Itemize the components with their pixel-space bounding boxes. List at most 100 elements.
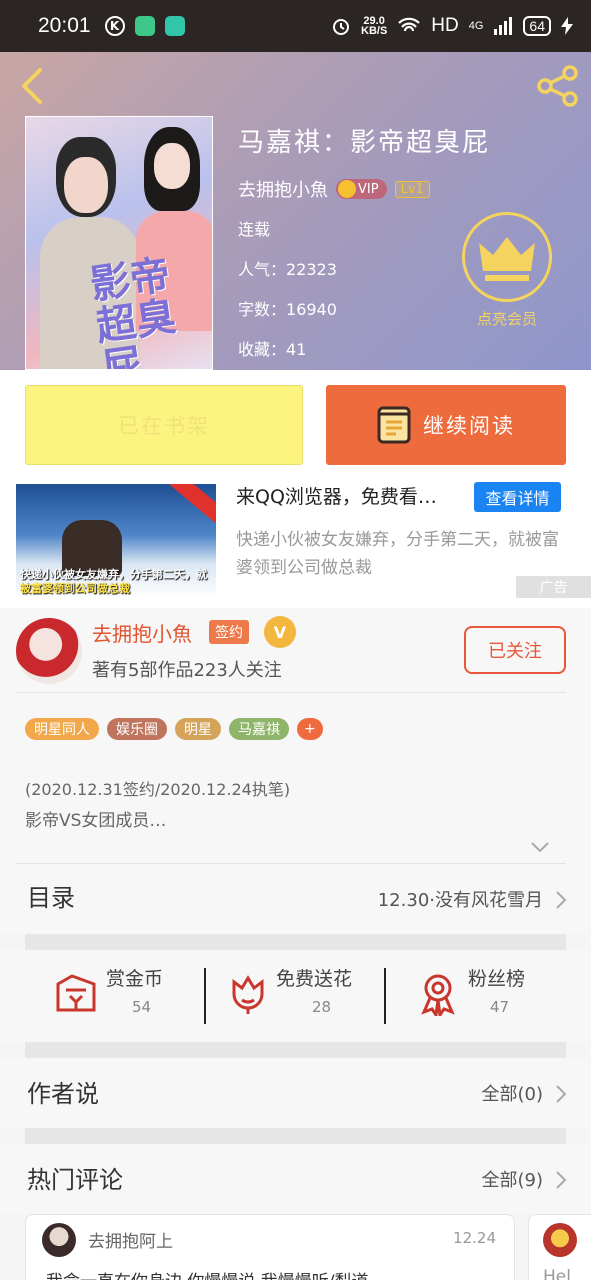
section-gap	[25, 1042, 566, 1058]
alarm-icon	[333, 19, 349, 35]
book-title: 马嘉祺：影帝超臭屁	[238, 128, 491, 158]
stat-separator	[384, 968, 386, 1024]
author-says-row[interactable]: 作者说 全部(0)	[0, 1058, 591, 1128]
network-speed: 29.0 KB/S	[361, 16, 388, 37]
header-author-name[interactable]: 去拥抱小魚	[238, 176, 328, 202]
envelope-icon	[56, 974, 96, 1012]
comment-card[interactable]: 去拥抱阿上 12.24 我命一直在你身边 你慢慢说 我慢慢听/梨道	[25, 1214, 515, 1280]
ad-description: 快递小伙被女友嫌弃，分手第二天，就被富婆领到公司做总裁	[236, 530, 559, 578]
member-button[interactable]	[462, 212, 552, 302]
cover-face-male	[56, 137, 116, 217]
hot-comments-label: 热门评论	[27, 1166, 123, 1194]
in-shelf-button[interactable]: 已在书架	[25, 385, 303, 465]
author-row: 去拥抱小魚 VIP Lv1	[238, 176, 430, 202]
continue-reading-button[interactable]: 继续阅读	[326, 385, 566, 465]
free-flowers-stat[interactable]: 免费送花 28	[226, 964, 376, 1028]
signal-type: 4G	[469, 20, 484, 32]
ad-image[interactable]: 快递小伙被女友嫌弃，分手第二天，就被富婆领到公司做总裁	[16, 484, 216, 598]
reward-coins-stat[interactable]: 赏金币 54	[54, 964, 184, 1028]
charging-icon	[561, 17, 573, 35]
chevron-down-icon[interactable]	[530, 840, 550, 854]
battery-level: 64	[523, 16, 551, 36]
action-bar: 已在书架 继续阅读	[0, 370, 591, 482]
free-flowers-label: 免费送花	[276, 968, 353, 990]
ad-title[interactable]: 来QQ浏览器，免费看…	[236, 482, 437, 509]
commenter-avatar[interactable]	[42, 1223, 76, 1257]
continue-reading-label: 继续阅读	[423, 414, 515, 438]
author-says-label: 作者说	[27, 1080, 99, 1108]
flower-icon	[232, 975, 264, 1014]
back-icon[interactable]	[16, 66, 46, 106]
author-stats: 著有5部作品223人关注	[92, 660, 282, 681]
fan-rank-label: 粉丝榜	[468, 968, 526, 990]
ad-image-caption: 快递小伙被女友嫌弃，分手第二天，就被富婆领到公司做总裁	[20, 568, 216, 596]
fan-rank-value: 47	[490, 998, 510, 1016]
ad-details-button[interactable]: 查看详情	[474, 482, 561, 512]
medal-icon	[421, 974, 455, 1016]
reward-coins-value: 54	[132, 998, 152, 1016]
toc-latest-chapter: 12.30·没有风花雪月	[377, 890, 543, 911]
author-section: 去拥抱小魚 签约 V 著有5部作品223人关注 已关注 明星同人 娱乐圈 明星 …	[0, 608, 591, 868]
word-count: 字数：16940	[238, 296, 337, 320]
interaction-stats: 赏金币 54 免费送花 28 粉丝榜 47	[0, 950, 591, 1042]
author-name[interactable]: 去拥抱小魚	[92, 618, 192, 647]
author-avatar[interactable]	[16, 618, 82, 684]
reward-coins-label: 赏金币	[106, 968, 164, 990]
commenter-name[interactable]: 去拥抱阿上	[88, 1227, 173, 1252]
chevron-right-icon	[556, 1171, 567, 1189]
toc-label: 目录	[27, 884, 75, 912]
level-badge: Lv1	[394, 180, 430, 198]
k-app-icon: K	[104, 16, 125, 36]
status-time: 20:01	[38, 14, 91, 37]
ad-banner[interactable]: 快递小伙被女友嫌弃，分手第二天，就被富婆领到公司做总裁 来QQ浏览器，免费看… …	[0, 482, 591, 608]
follow-button[interactable]: 已关注	[464, 626, 566, 674]
network-type: HD	[431, 15, 459, 36]
tag-star-fanfic[interactable]: 明星同人	[25, 718, 99, 740]
speed-unit: KB/S	[361, 25, 388, 37]
stat-separator	[204, 968, 206, 1024]
popularity-label: 人气：	[238, 260, 287, 279]
book-header: 影帝超臭屁 马嘉祺：影帝超臭屁 去拥抱小魚 VIP Lv1 连载 人气：2232…	[0, 52, 591, 370]
cover-title: 影帝超臭屁	[87, 252, 179, 370]
tag-entertainment[interactable]: 娱乐圈	[107, 718, 167, 740]
crown-icon	[479, 237, 535, 281]
section-gap	[25, 934, 566, 950]
fan-rank-stat[interactable]: 粉丝榜 47	[416, 964, 546, 1028]
share-icon[interactable]	[536, 64, 580, 108]
divider	[16, 692, 566, 693]
popularity: 人气：22323	[238, 256, 337, 280]
vip-badge: VIP	[336, 179, 387, 199]
hot-comments-all[interactable]: 全部(9)	[482, 1166, 544, 1192]
hot-comments-row: 热门评论 全部(9)	[0, 1144, 591, 1214]
word-count-label: 字数：	[238, 300, 287, 319]
chat-app-icon	[134, 16, 155, 36]
tag-ma-jiaqi[interactable]: 马嘉祺	[229, 718, 289, 740]
author-says-all[interactable]: 全部(0)	[482, 1080, 544, 1106]
tag-list: 明星同人 娱乐圈 明星 马嘉祺 +	[25, 718, 323, 740]
book-description: 影帝VS女团成员…	[25, 811, 167, 831]
favorites: 收藏：41	[238, 336, 306, 360]
section-gap	[25, 1128, 566, 1144]
favorites-label: 收藏：	[238, 340, 287, 359]
tag-star[interactable]: 明星	[175, 718, 221, 740]
vip-crown-icon	[338, 180, 356, 198]
ad-image-ribbon	[162, 484, 216, 530]
commenter-avatar[interactable]	[543, 1223, 577, 1257]
favorites-value: 41	[286, 340, 307, 359]
word-count-value: 16940	[286, 300, 337, 319]
cover-face-female	[144, 127, 200, 211]
comment-card[interactable]: Hel	[528, 1214, 591, 1280]
ad-caption-highlight: 被富婆领到公司做总裁	[20, 582, 130, 595]
chevron-right-icon	[556, 1085, 567, 1103]
book-cover[interactable]: 影帝超臭屁	[25, 116, 213, 370]
message-app-icon	[164, 16, 185, 36]
wifi-icon	[398, 17, 421, 32]
toc-row[interactable]: 目录 12.30·没有风花雪月	[0, 868, 591, 934]
ad-caption-prefix: 快递小伙被女友嫌弃，分手第二天，就	[20, 568, 207, 581]
comment-time: 12.24	[453, 1229, 496, 1247]
add-tag-button[interactable]: +	[297, 718, 323, 740]
verified-badge: V	[264, 616, 296, 648]
free-flowers-value: 28	[312, 998, 332, 1016]
chevron-right-icon	[556, 891, 567, 909]
member-label[interactable]: 点亮会员	[462, 308, 552, 329]
